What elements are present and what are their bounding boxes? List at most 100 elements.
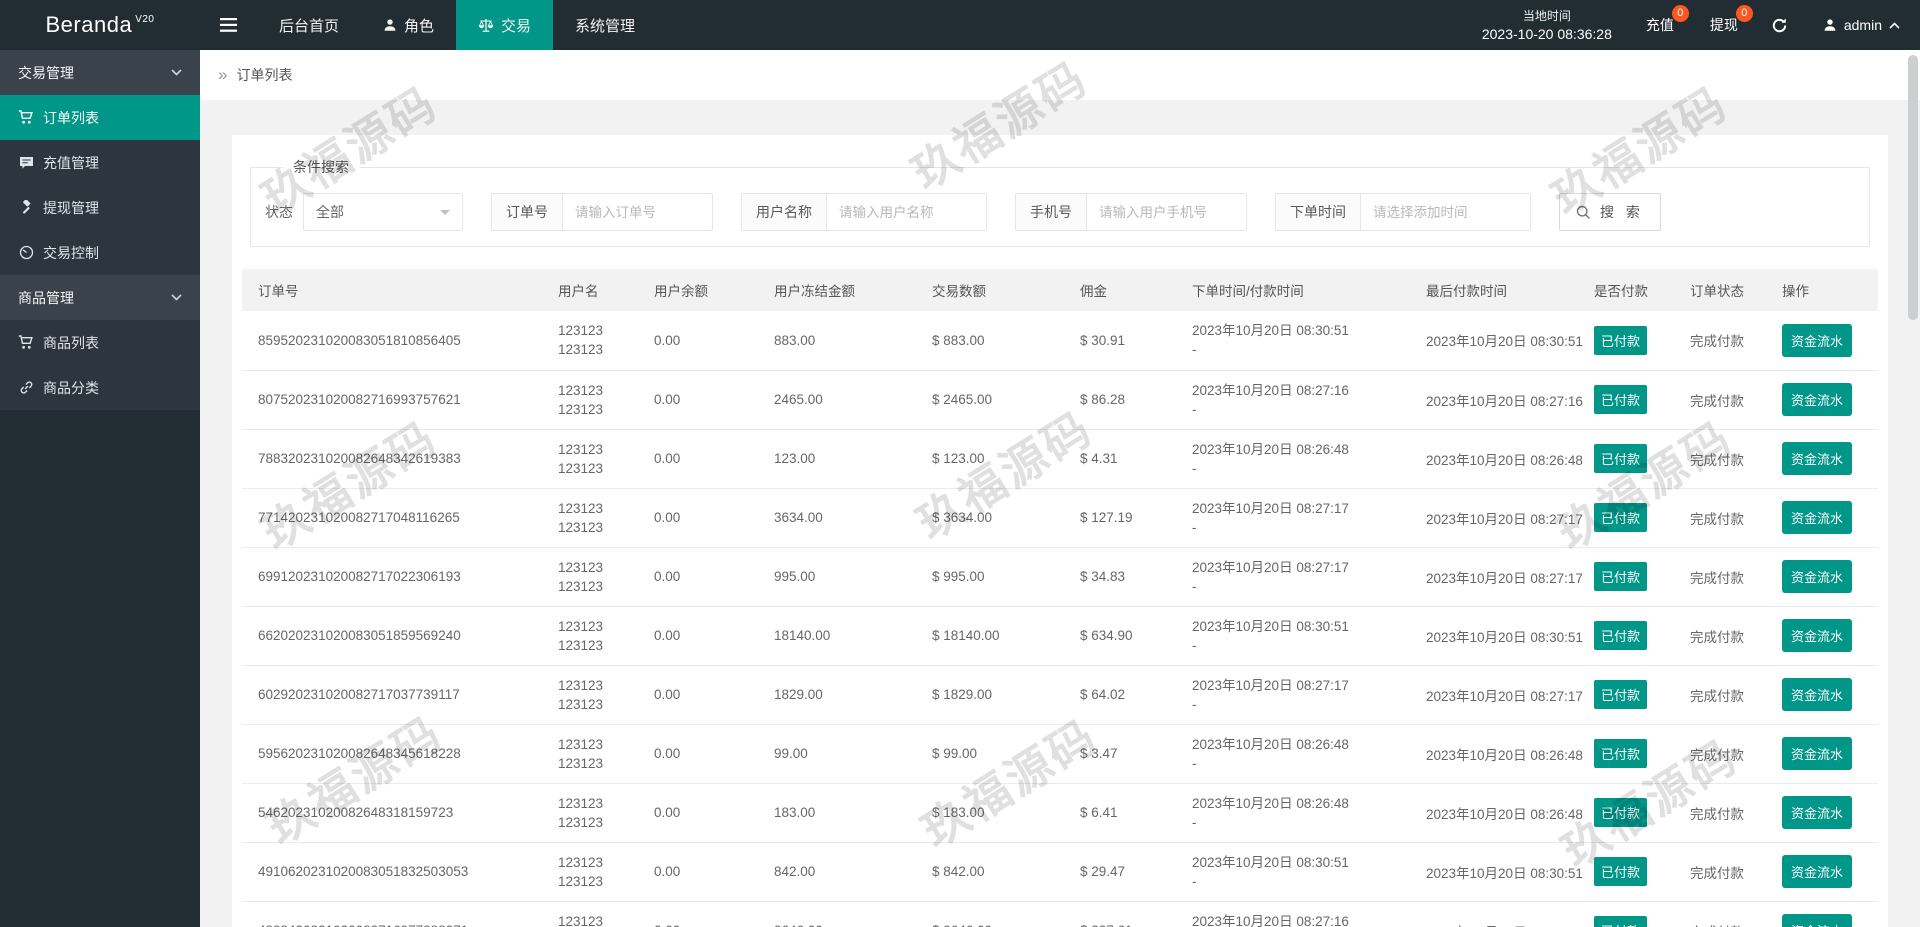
sidebar: 交易管理订单列表 充值管理 提现管理 交易控制 商品管理商品列表商品分类 [0, 50, 200, 927]
fund-flow-button[interactable]: 资金流水 [1782, 737, 1853, 770]
frozen-amount-cell: 842.00 [774, 842, 932, 902]
sidebar-group-label: 交易管理 [18, 64, 74, 81]
action-cell: 资金流水 [1782, 429, 1878, 489]
order-time-main: 2023年10月20日 08:27:17 [1192, 500, 1349, 516]
balance-cell: 0.00 [654, 488, 774, 548]
last-pay-time-cell: 2023年10月20日 08:26:48 [1426, 783, 1594, 843]
sidebar-item-label: 商品列表 [43, 334, 99, 351]
phone-input[interactable] [1087, 193, 1247, 231]
action-cell: 资金流水 [1782, 606, 1878, 666]
fund-flow-button[interactable]: 资金流水 [1782, 323, 1853, 357]
order-time-main: 2023年10月20日 08:27:16 [1192, 382, 1349, 398]
sidebar-item[interactable]: 提现管理 [0, 185, 200, 230]
column-header: 用户名 [558, 269, 654, 311]
fund-flow-button[interactable]: 资金流水 [1782, 442, 1853, 475]
nav-item[interactable]: 交易 [456, 0, 554, 50]
paid-badge: 已付款 [1594, 621, 1648, 650]
fund-flow-button[interactable]: 资金流水 [1782, 678, 1853, 711]
column-header: 佣金 [1080, 269, 1192, 311]
sidebar-item[interactable]: 充值管理 [0, 140, 200, 185]
trade-amount-cell: $ 3634.00 [932, 488, 1080, 548]
column-header: 订单号 [242, 269, 558, 311]
commission-cell: $ 34.83 [1080, 547, 1192, 607]
order-time-main: 2023年10月20日 08:30:51 [1192, 323, 1349, 339]
chevron-down-icon [171, 69, 182, 76]
last-pay-time-cell: 2023年10月20日 08:27:17 [1426, 488, 1594, 548]
nav-item[interactable]: 系统管理 [553, 0, 657, 50]
last-pay-time-cell: 2023年10月20日 08:27:17 [1426, 547, 1594, 607]
username-line: 123123 [558, 873, 604, 889]
sidebar-item[interactable]: 商品分类 [0, 365, 200, 410]
fund-flow-button[interactable]: 资金流水 [1782, 383, 1853, 416]
sidebar-item[interactable]: 商品列表 [0, 320, 200, 365]
sidebar-item[interactable]: 交易控制 [0, 230, 200, 275]
order-status-cell: 完成付款 [1690, 842, 1782, 902]
sidebar-group-header[interactable]: 商品管理 [0, 275, 200, 320]
sidebar-item[interactable]: 订单列表 [0, 95, 200, 140]
nav-item[interactable]: 角色 [361, 0, 456, 50]
order-status-cell: 完成付款 [1690, 901, 1782, 927]
hamburger-icon[interactable] [200, 0, 257, 50]
table-row: 4910620231020083051832503053 123123 123123… [242, 842, 1878, 902]
action-cell: 资金流水 [1782, 783, 1878, 843]
order-time-sub: - [1192, 460, 1197, 476]
hammer-icon [18, 200, 34, 215]
fund-flow-button[interactable]: 资金流水 [1782, 796, 1853, 829]
refresh-icon[interactable] [1756, 0, 1803, 50]
order-no-label: 订单号 [491, 193, 563, 231]
order-time-cell: 2023年10月20日 08:27:16 - [1192, 370, 1426, 430]
chevron-up-icon [1889, 21, 1900, 29]
admin-username: admin [1843, 17, 1882, 33]
nav-item-label: 系统管理 [575, 17, 636, 35]
username-cell: 123123 123123 [558, 547, 654, 607]
order-no-cell: 859520231020083051810856405 [242, 311, 558, 371]
recharge-button[interactable]: 充值 0 [1628, 0, 1692, 50]
username-line: 123123 [558, 755, 604, 771]
search-button[interactable]: 搜 索 [1559, 193, 1661, 231]
username-line: 123123 [558, 559, 604, 575]
chevron-down-icon [171, 294, 182, 301]
username-cell: 123123 123123 [558, 429, 654, 489]
breadcrumb: » 订单列表 [200, 50, 1920, 100]
last-pay-time-cell: 2023年10月20日 08:27:16 [1426, 901, 1594, 927]
username-input[interactable] [827, 193, 987, 231]
phone-filter: 手机号 [1015, 193, 1247, 231]
order-time-input[interactable] [1361, 193, 1531, 231]
balance-cell: 0.00 [654, 429, 774, 489]
order-no-cell: 595620231020082648345618228 [242, 724, 558, 784]
frozen-amount-cell: 99.00 [774, 724, 932, 784]
order-no-input[interactable] [563, 193, 713, 231]
column-header: 用户余额 [654, 269, 774, 311]
withdraw-button[interactable]: 提现 0 [1692, 0, 1756, 50]
local-time-label: 当地时间 [1522, 8, 1571, 23]
local-time: 当地时间 2023-10-20 08:36:28 [1466, 0, 1628, 50]
paid-cell: 已付款 [1594, 429, 1690, 489]
status-select[interactable]: 全部 [303, 193, 463, 231]
table-row: 788320231020082648342619383 123123 123123 0… [242, 429, 1878, 489]
paid-badge: 已付款 [1594, 857, 1648, 886]
fund-flow-button[interactable]: 资金流水 [1782, 560, 1853, 593]
action-cell: 资金流水 [1782, 901, 1878, 927]
username-line: 123123 [558, 814, 604, 830]
fund-flow-button[interactable]: 资金流水 [1782, 914, 1853, 927]
double-chevron-icon: » [218, 65, 228, 84]
order-status-cell: 完成付款 [1690, 724, 1782, 784]
order-time-label: 下单时间 [1275, 193, 1361, 231]
admin-menu[interactable]: admin [1803, 0, 1920, 50]
fund-flow-button[interactable]: 资金流水 [1782, 855, 1853, 888]
vertical-scrollbar-thumb[interactable] [1908, 55, 1918, 320]
fund-flow-button[interactable]: 资金流水 [1782, 501, 1853, 534]
frozen-amount-cell: 123.00 [774, 429, 932, 489]
order-time-main: 2023年10月20日 08:26:48 [1192, 795, 1349, 811]
username-cell: 123123 123123 [558, 311, 654, 371]
username-line: 123123 [558, 500, 604, 516]
trade-amount-cell: $ 1829.00 [932, 665, 1080, 725]
table-row: 859520231020083051810856405 123123 123123 0… [242, 311, 1878, 371]
fund-flow-button[interactable]: 资金流水 [1782, 619, 1853, 652]
paid-badge: 已付款 [1594, 503, 1648, 532]
paid-cell: 已付款 [1594, 547, 1690, 607]
frozen-amount-cell: 3634.00 [774, 488, 932, 548]
status-label: 状态 [265, 204, 293, 220]
sidebar-group-header[interactable]: 交易管理 [0, 50, 200, 95]
nav-item[interactable]: 后台首页 [257, 0, 361, 50]
